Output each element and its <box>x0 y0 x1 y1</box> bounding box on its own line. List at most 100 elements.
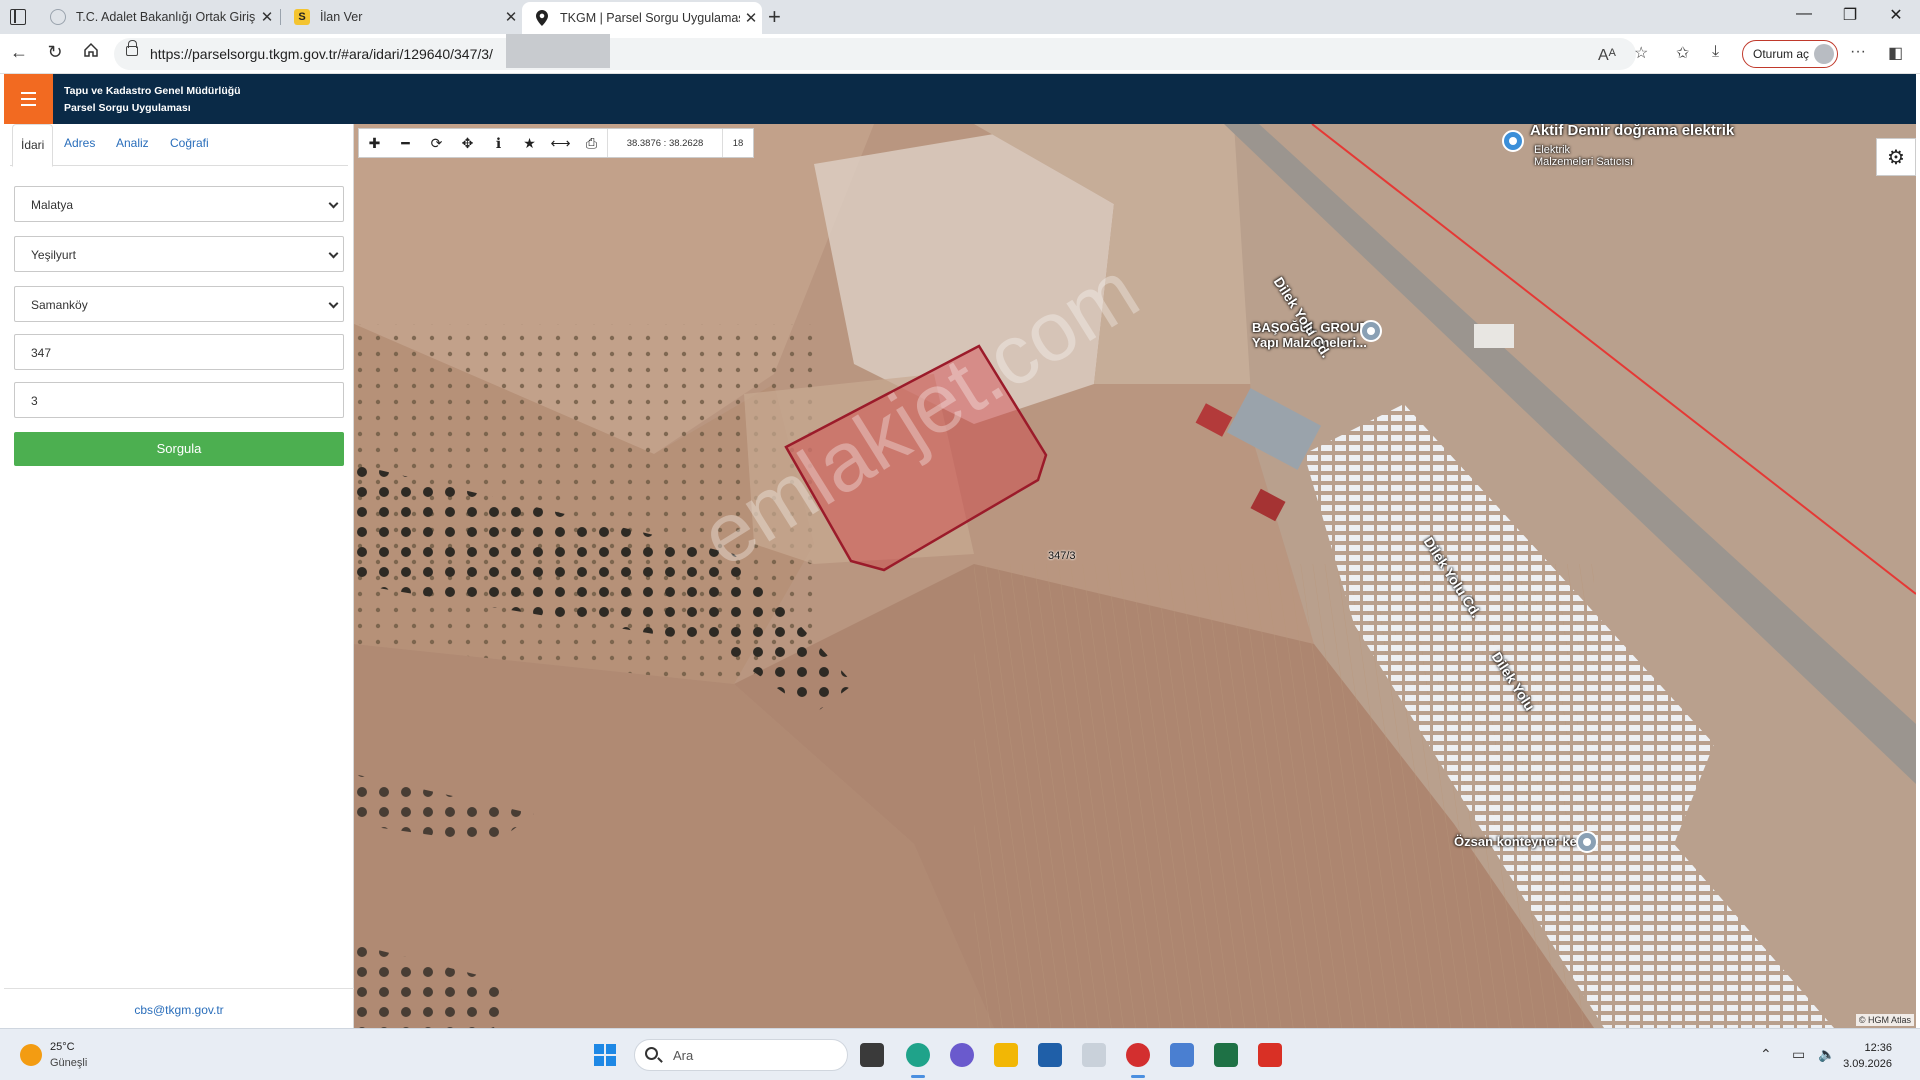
tab-actions-icon[interactable] <box>10 9 26 25</box>
active-app-indicator <box>911 1075 925 1078</box>
map-view[interactable]: emlakjet.com ✚ ━ ⟳ ✥ ℹ ★ ⟷ ⎙ 38.3876 : 3… <box>354 124 1916 1028</box>
minimize-icon[interactable]: — <box>1784 5 1824 23</box>
browser-tab-adalet[interactable]: T.C. Adalet Bakanlığı Ortak Giriş U ✕ <box>38 2 278 32</box>
query-button[interactable]: Sorgula <box>14 432 344 466</box>
tab-idari[interactable]: İdari <box>12 124 54 167</box>
satellite-imagery <box>354 124 1916 1028</box>
favorites-icon[interactable]: ✩ <box>1676 43 1689 63</box>
tab-analiz[interactable]: Analiz <box>116 136 149 150</box>
s-letter-icon: S <box>294 9 310 25</box>
lock-icon[interactable] <box>126 40 138 56</box>
place-pin-icon[interactable] <box>1502 130 1524 152</box>
favorite-star-icon[interactable]: ☆ <box>1634 43 1648 63</box>
close-tab-icon[interactable]: ✕ <box>256 8 278 26</box>
tab-title: İlan Ver <box>320 10 363 24</box>
map-toolbar: ✚ ━ ⟳ ✥ ℹ ★ ⟷ ⎙ 38.3876 : 38.2628 18 <box>358 128 754 158</box>
weather-description[interactable]: Güneşli <box>50 1057 87 1069</box>
place-sublabel-aktif-1: Elektrik <box>1534 144 1571 156</box>
search-panel: İdari Adres Analiz Coğrafi Malatya Yeşil… <box>4 124 354 1028</box>
app-header: Tapu ve Kadastro Genel Müdürlüğü Parsel … <box>4 74 1916 124</box>
task-view-icon[interactable] <box>860 1043 884 1067</box>
store-icon[interactable] <box>1038 1043 1062 1067</box>
edge-browser-icon[interactable] <box>906 1043 930 1067</box>
file-explorer-icon[interactable] <box>994 1043 1018 1067</box>
place-label-ozsan[interactable]: Özsan konteyner kent <box>1454 834 1589 849</box>
weather-temperature[interactable]: 25°C <box>50 1041 75 1053</box>
url-field[interactable]: https://parselsorgu.tkgm.gov.tr/#ara/ida… <box>114 34 1636 70</box>
sun-icon[interactable] <box>20 1044 42 1066</box>
home-icon[interactable] <box>76 42 106 63</box>
restore-icon[interactable]: ❐ <box>1830 5 1870 25</box>
clock-date: 3.09.2026 <box>1843 1058 1892 1070</box>
tab-title: T.C. Adalet Bakanlığı Ortak Giriş U <box>76 10 256 24</box>
start-icon[interactable] <box>594 1044 616 1066</box>
url-redaction <box>506 34 610 68</box>
place-pin-icon[interactable] <box>1576 831 1598 853</box>
browser-tab-strip: T.C. Adalet Bakanlığı Ortak Giriş U ✕ S … <box>0 0 1920 34</box>
tab-adres[interactable]: Adres <box>64 136 95 150</box>
star-icon[interactable]: ★ <box>514 129 545 157</box>
menu-icon[interactable] <box>4 74 53 124</box>
chevron-down-icon <box>328 198 339 209</box>
place-label-aktif[interactable]: Aktif Demir doğrama elektrik <box>1530 124 1734 139</box>
downloads-icon[interactable]: ⤓ <box>1712 43 1719 61</box>
globe-icon <box>50 9 66 25</box>
notepad-icon[interactable] <box>1082 1043 1106 1067</box>
tab-cografi[interactable]: Coğrafi <box>170 136 209 150</box>
sidebar-toggle-icon[interactable]: ◧ <box>1888 43 1903 63</box>
parcel-input[interactable]: 3 <box>14 382 344 418</box>
close-tab-icon[interactable]: ✕ <box>500 8 522 26</box>
close-tab-icon[interactable]: ✕ <box>740 9 762 27</box>
zoom-out-icon[interactable]: ━ <box>390 129 421 157</box>
more-menu-icon[interactable]: ··· <box>1850 43 1866 61</box>
signin-button[interactable]: Oturum aç <box>1742 40 1838 68</box>
district-select[interactable]: Yeşilyurt <box>14 236 344 272</box>
neighborhood-select[interactable]: Samanköy <box>14 286 344 322</box>
read-aloud-icon[interactable]: Aᴬ <box>1598 47 1616 65</box>
zoom-in-icon[interactable]: ✚ <box>359 129 390 157</box>
print-icon[interactable]: ⎙ <box>576 129 607 157</box>
app-title-line2: Parsel Sorgu Uygulaması <box>64 102 191 114</box>
map-pin-icon <box>534 10 550 26</box>
parcel-label[interactable]: 347/3 <box>1048 550 1076 562</box>
volume-icon[interactable]: 🔈 <box>1818 1046 1835 1063</box>
close-window-icon[interactable]: ✕ <box>1876 5 1916 25</box>
browser-tab-tkgm[interactable]: TKGM | Parsel Sorgu Uygulaması ✕ <box>522 2 762 34</box>
network-icon[interactable]: ▭ <box>1792 1046 1805 1063</box>
chevron-down-icon <box>328 248 339 259</box>
network-app-icon[interactable] <box>1170 1043 1194 1067</box>
map-attribution: © HGM Atlas <box>1855 1014 1914 1026</box>
refresh-map-icon[interactable]: ⟳ <box>421 129 452 157</box>
signin-label: Oturum aç <box>1753 47 1810 61</box>
excel-icon[interactable] <box>1214 1043 1238 1067</box>
address-bar-row: ← ↻ https://parselsorgu.tkgm.gov.tr/#ara… <box>0 34 1920 74</box>
tab-title: TKGM | Parsel Sorgu Uygulaması <box>560 11 740 25</box>
pdf-reader-icon[interactable] <box>1258 1043 1282 1067</box>
back-icon[interactable]: ← <box>4 42 34 63</box>
email-text[interactable]: cbs@tkgm.gov.tr <box>134 1003 223 1017</box>
province-select[interactable]: Malatya <box>14 186 344 222</box>
taskbar-search-input[interactable]: Ara <box>634 1039 848 1071</box>
search-icon <box>645 1047 658 1060</box>
province-value: Malatya <box>31 198 74 212</box>
coordinate-readout: 38.3876 : 38.2628 <box>607 129 723 157</box>
active-app-indicator <box>1131 1075 1145 1078</box>
refresh-icon[interactable]: ↻ <box>40 42 70 63</box>
clock[interactable]: 12:36 3.09.2026 <box>1843 1040 1892 1072</box>
locate-icon[interactable]: ✥ <box>452 129 483 157</box>
search-placeholder: Ara <box>673 1048 694 1063</box>
measure-icon[interactable]: ⟷ <box>545 129 576 157</box>
zoom-level: 18 <box>732 137 744 149</box>
block-input[interactable]: 347 <box>14 334 344 370</box>
app-title: Tapu ve Kadastro Genel Müdürlüğü Parsel … <box>64 83 241 117</box>
copilot-icon[interactable] <box>950 1043 974 1067</box>
info-icon[interactable]: ℹ <box>483 129 514 157</box>
browser-tab-ilan-ver[interactable]: S İlan Ver ✕ <box>282 2 522 32</box>
chevron-up-icon[interactable]: ⌃ <box>1760 1046 1772 1063</box>
place-pin-icon[interactable] <box>1360 320 1382 342</box>
app-title-line1: Tapu ve Kadastro Genel Müdürlüğü <box>64 85 241 97</box>
map-settings-gear-icon[interactable]: ⚙ <box>1876 138 1916 176</box>
government-app-icon[interactable] <box>1126 1043 1150 1067</box>
new-tab-button[interactable]: + <box>768 4 781 30</box>
url-text[interactable]: https://parselsorgu.tkgm.gov.tr/#ara/ida… <box>150 46 493 62</box>
